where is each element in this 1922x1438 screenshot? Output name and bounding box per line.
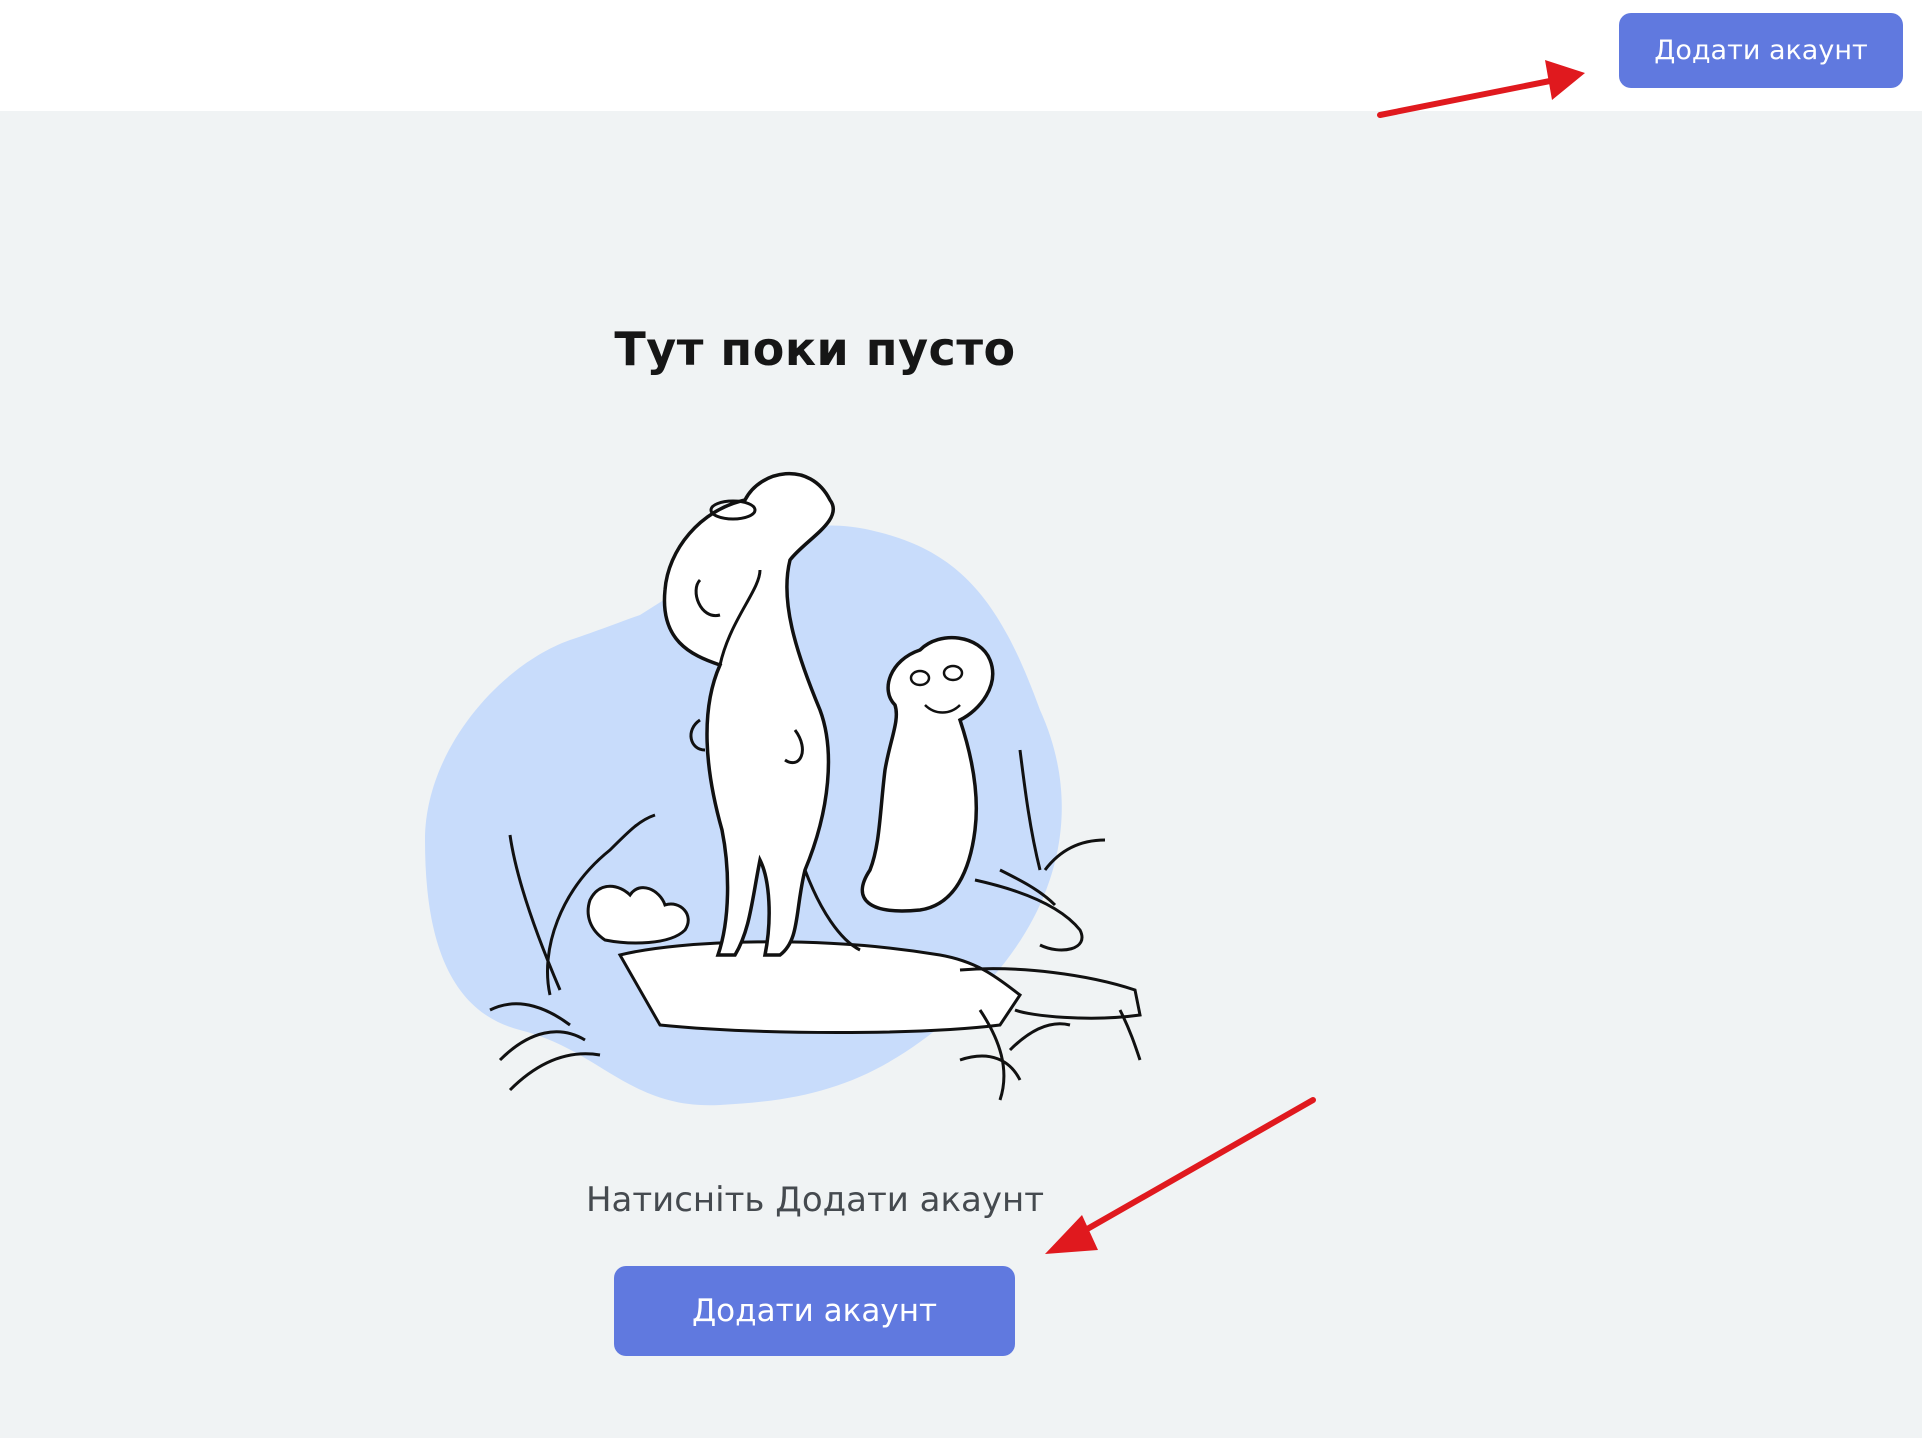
header-add-account-button[interactable]: Додати акаунт [1619,13,1903,88]
empty-state-hint: Натисніть Додати акаунт [585,1180,1045,1220]
main-add-account-button[interactable]: Додати акаунт [614,1266,1015,1356]
empty-state-title: Тут поки пусто [614,322,1016,376]
meerkats-illustration [425,472,1142,1106]
top-bar: Додати акаунт [0,0,1922,111]
